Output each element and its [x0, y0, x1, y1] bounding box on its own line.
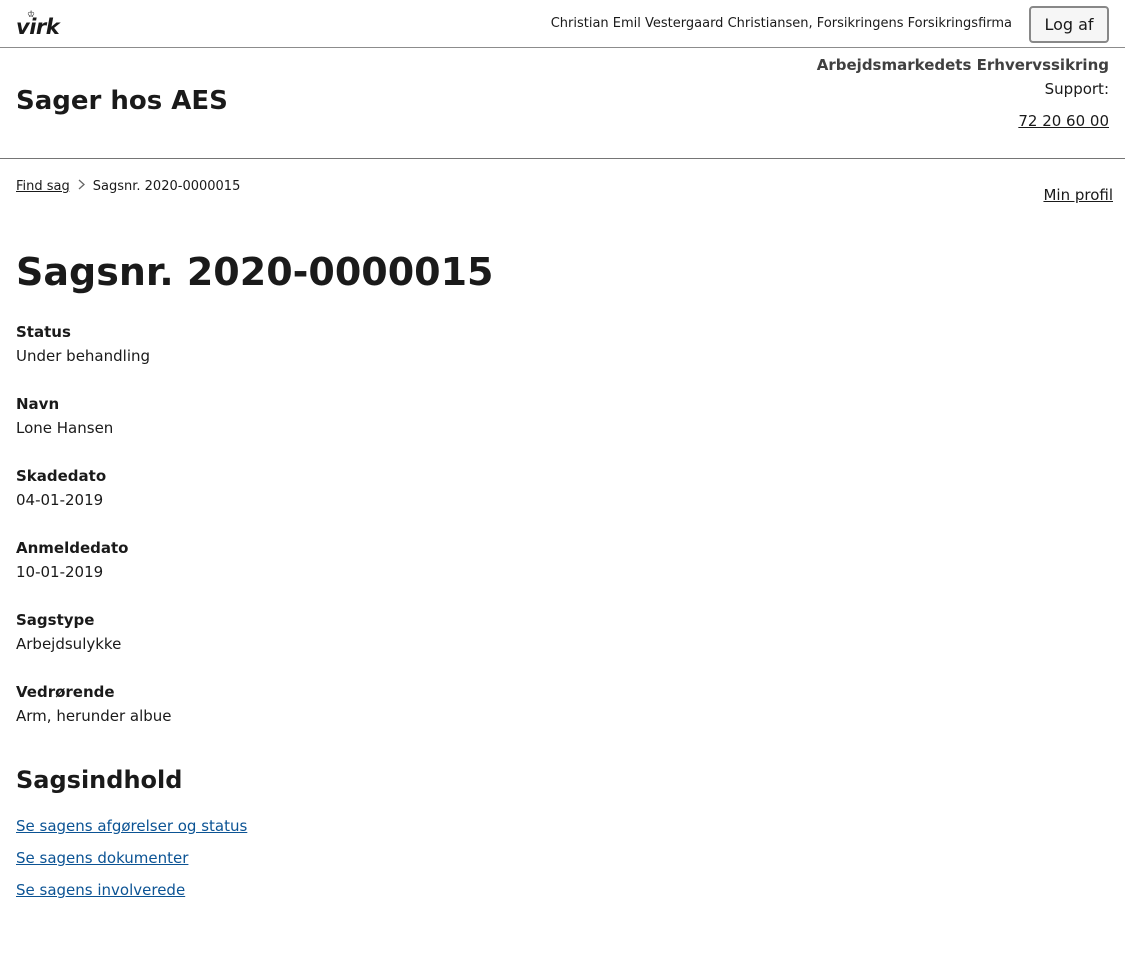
field-injury-date: Skadedato 04-01-2019 [16, 465, 172, 537]
breadcrumb-find-case[interactable]: Find sag [16, 179, 70, 194]
case-content-heading: Sagsindhold [16, 766, 183, 794]
breadcrumb-current: Sagsnr. 2020-0000015 [92, 179, 241, 194]
field-label: Anmeldedato [16, 539, 129, 557]
field-label: Skadedato [16, 467, 107, 485]
logo-text: virk [16, 15, 60, 39]
documents-link[interactable]: Se sagens dokumenter [16, 848, 247, 880]
chevron-right-icon [78, 179, 85, 194]
field-name: Navn Lone Hansen [16, 393, 172, 465]
site-title: Sager hos AES [16, 86, 228, 116]
field-status: Status Under behandling [16, 321, 172, 393]
field-label: Status [16, 323, 71, 341]
involved-parties-link[interactable]: Se sagens involverede [16, 880, 247, 912]
field-concerning: Vedrørende Arm, herunder albue [16, 681, 172, 753]
support-label: Support: [1044, 80, 1109, 98]
case-details: Status Under behandling Navn Lone Hansen… [16, 321, 172, 753]
field-value: Arm, herunder albue [16, 707, 172, 725]
field-value: Arbejdsulykke [16, 635, 122, 653]
case-content-links: Se sagens afgørelser og status Se sagens… [16, 816, 247, 912]
breadcrumb: Find sag Sagsnr. 2020-0000015 [16, 179, 240, 194]
my-profile-link[interactable]: Min profil [1043, 186, 1113, 204]
field-case-type: Sagstype Arbejdsulykke [16, 609, 172, 681]
site-header: Sager hos AES Arbejdsmarkedets Erhvervss… [0, 48, 1125, 159]
virk-logo[interactable]: ♔ virk [16, 11, 60, 40]
logout-button[interactable]: Log af [1029, 6, 1109, 43]
field-value: 04-01-2019 [16, 491, 104, 509]
page-title: Sagsnr. 2020-0000015 [16, 250, 494, 294]
field-value: Lone Hansen [16, 419, 114, 437]
decisions-status-link[interactable]: Se sagens afgørelser og status [16, 816, 247, 848]
field-label: Vedrørende [16, 683, 115, 701]
field-value: Under behandling [16, 347, 151, 365]
authority-name: Arbejdsmarkedets Erhvervssikring [816, 56, 1109, 74]
field-label: Navn [16, 395, 60, 413]
top-bar: ♔ virk Christian Emil Vestergaard Christ… [0, 0, 1125, 48]
field-value: 10-01-2019 [16, 563, 104, 581]
support-phone-link[interactable]: 72 20 60 00 [1018, 112, 1109, 130]
logged-in-user: Christian Emil Vestergaard Christiansen,… [550, 16, 1012, 31]
field-report-date: Anmeldedato 10-01-2019 [16, 537, 172, 609]
field-label: Sagstype [16, 611, 95, 629]
